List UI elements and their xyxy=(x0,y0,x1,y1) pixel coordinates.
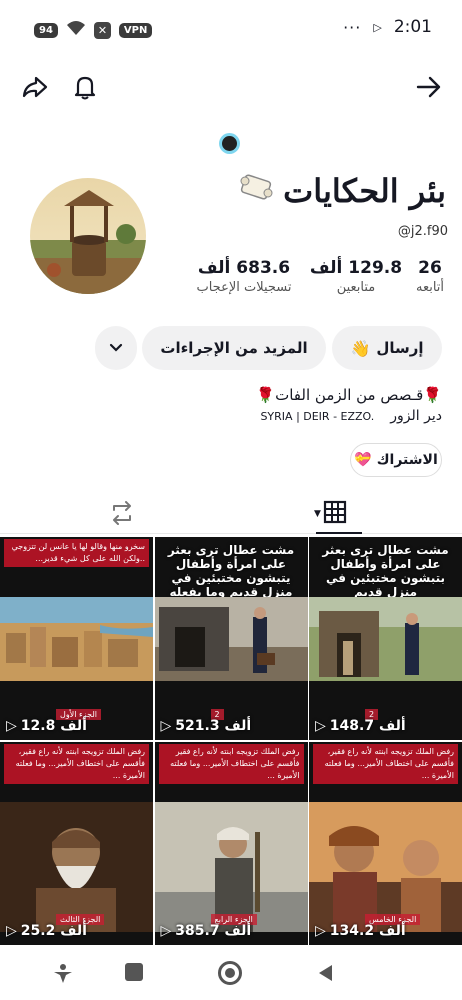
scroll-icon xyxy=(237,172,275,210)
profile-stats: 26 أتابعه 129.8 ألف متابعين 683.6 ألف تس… xyxy=(184,258,452,295)
more-dots: ··· xyxy=(343,17,362,37)
bell-icon[interactable] xyxy=(70,72,100,102)
bio-line-2: SYRIA | DEIR - EZZO. دير الزور xyxy=(260,408,442,424)
view-count-value: 25.2 ألف xyxy=(20,923,87,939)
content-tabs: ▼ xyxy=(0,494,462,534)
rose-icon: 🌹 xyxy=(423,386,442,404)
videos-tab[interactable]: ▼ xyxy=(314,500,347,528)
video-image xyxy=(154,597,308,681)
play-icon: ▷ xyxy=(160,923,172,939)
play-icon: ▷ xyxy=(373,20,382,34)
subscribe-button[interactable]: الاشتراك 💝 xyxy=(350,443,442,477)
status-bar: 94 ✕ VPN ··· ▷ 2:01 xyxy=(0,0,462,56)
stat-value: 129.8 ألف xyxy=(309,258,403,278)
clock: 2:01 xyxy=(393,17,432,37)
view-count: ▷ 385.7 ألف xyxy=(161,923,252,939)
more-actions-label: المزيد من الإجراءات xyxy=(160,339,308,357)
more-actions-button[interactable]: المزيد من الإجراءات xyxy=(142,326,326,370)
play-icon: ▷ xyxy=(160,718,172,734)
video-thumbnail[interactable]: مشت عطال ترى بعثر على امرأة وأطفال يتبشو… xyxy=(154,537,308,740)
video-caption: مشت عطال ترى بعثر على امرأة وأطفال بتبشو… xyxy=(322,543,449,599)
video-thumbnail[interactable]: رفض الملك تزويجه ابنته لأنه راع فقير، فأ… xyxy=(309,742,462,945)
bio-text: قـصص من الزمن الفات xyxy=(275,386,424,404)
video-caption: سخرو منها وقالو لها يا عانس لن تتزوجي ..… xyxy=(4,539,149,567)
stat-label: أتابعه xyxy=(415,280,445,295)
stat-label: متابعين xyxy=(336,280,376,295)
bio-line-1: 🌹قـصص من الزمن الفات🌹 xyxy=(256,386,442,404)
view-count: ▷ 25.2 ألف xyxy=(6,923,87,939)
wifi-icon xyxy=(66,20,86,40)
profile-handle: @j2.f90 xyxy=(397,224,448,239)
close-icon: ✕ xyxy=(93,21,111,39)
video-grid: مشت عطال ترى بعثر على امرأة وأطفال بتبشو… xyxy=(0,537,462,945)
vpn-badge: VPN xyxy=(118,22,153,38)
video-caption: رفض الملك تزويجه ابنته لأنه راع فقير فأق… xyxy=(158,744,304,784)
view-count-value: 134.2 ألف xyxy=(329,923,406,939)
video-image xyxy=(309,802,462,932)
view-count: ▷ 148.7 ألف xyxy=(315,718,406,734)
view-count: ▷ 12.8 ألف xyxy=(6,718,87,734)
send-label: إرسال xyxy=(376,339,424,357)
avatar[interactable] xyxy=(30,178,146,294)
video-thumbnail[interactable]: رفض الملك تزويجه ابنته لأنه راع فقير، فأ… xyxy=(0,742,153,945)
view-count-value: 385.7 ألف xyxy=(175,923,252,939)
caret-down-icon: ▼ xyxy=(314,509,321,519)
profile-name-text: بئر الحكايات xyxy=(283,172,446,210)
view-count: ▷ 521.3 ألف xyxy=(161,718,252,734)
subscribe-label: الاشتراك xyxy=(376,452,438,468)
active-tab-indicator xyxy=(316,532,362,534)
view-count: ▷ 134.2 ألف xyxy=(315,923,406,939)
video-image xyxy=(154,802,308,932)
system-navigation-bar xyxy=(0,948,462,1000)
video-thumbnail[interactable]: مشت عطال ترى بعثر على امرأة وأطفال بتبشو… xyxy=(309,537,462,740)
play-icon: ▷ xyxy=(6,718,17,734)
video-thumbnail[interactable]: رفض الملك تزويجه ابنته لأنه راع فقير فأق… xyxy=(154,742,308,945)
video-image xyxy=(309,597,462,681)
stat-likes[interactable]: 683.6 ألف تسجيلات الإعجاب xyxy=(184,258,304,295)
top-nav xyxy=(0,68,462,108)
play-icon: ▷ xyxy=(315,718,326,734)
live-indicator xyxy=(222,136,237,151)
profile-name: بئر الحكايات xyxy=(237,172,446,210)
play-icon: ▷ xyxy=(315,923,326,939)
recents-button[interactable] xyxy=(125,963,143,981)
view-count-value: 521.3 ألف xyxy=(175,718,252,734)
stat-value: 683.6 ألف xyxy=(197,258,291,278)
back-button[interactable] xyxy=(316,963,334,987)
view-count-value: 148.7 ألف xyxy=(329,718,406,734)
accessibility-icon[interactable] xyxy=(52,963,74,989)
stat-following[interactable]: 26 أتابعه xyxy=(408,258,452,295)
wave-icon: 👋 xyxy=(350,338,371,358)
home-dot xyxy=(225,968,235,978)
grid-icon xyxy=(323,500,347,528)
back-arrow-icon[interactable] xyxy=(414,72,444,102)
share-icon[interactable] xyxy=(20,72,50,102)
play-icon: ▷ xyxy=(6,923,17,939)
chevron-down-icon xyxy=(109,339,123,357)
stat-followers[interactable]: 129.8 ألف متابعين xyxy=(304,258,408,295)
view-count-value: 12.8 ألف xyxy=(20,718,87,734)
video-caption: رفض الملك تزويجه ابنته لأنه راع فقير، فأ… xyxy=(4,744,149,784)
battery-indicator: 94 xyxy=(34,22,58,38)
video-image xyxy=(0,802,153,932)
stat-value: 26 xyxy=(418,258,442,278)
video-thumbnail[interactable]: سخرو منها وقالو لها يا عانس لن تتزوجي ..… xyxy=(0,537,153,740)
rose-icon: 🌹 xyxy=(256,386,276,404)
repost-icon xyxy=(108,501,136,530)
send-message-button[interactable]: إرسال 👋 xyxy=(332,326,442,370)
bio-location-latin: SYRIA | DEIR - EZZO. xyxy=(260,409,375,423)
video-caption: رفض الملك تزويجه ابنته لأنه راع فقير، فأ… xyxy=(313,744,458,784)
video-image xyxy=(0,597,153,681)
bio-location-arabic: دير الزور xyxy=(390,408,442,424)
home-button[interactable] xyxy=(218,961,242,985)
stat-label: تسجيلات الإعجاب xyxy=(196,280,292,295)
heart-icon: 💝 xyxy=(354,452,372,468)
repost-tab[interactable] xyxy=(108,500,136,530)
dropdown-button[interactable] xyxy=(95,326,137,370)
